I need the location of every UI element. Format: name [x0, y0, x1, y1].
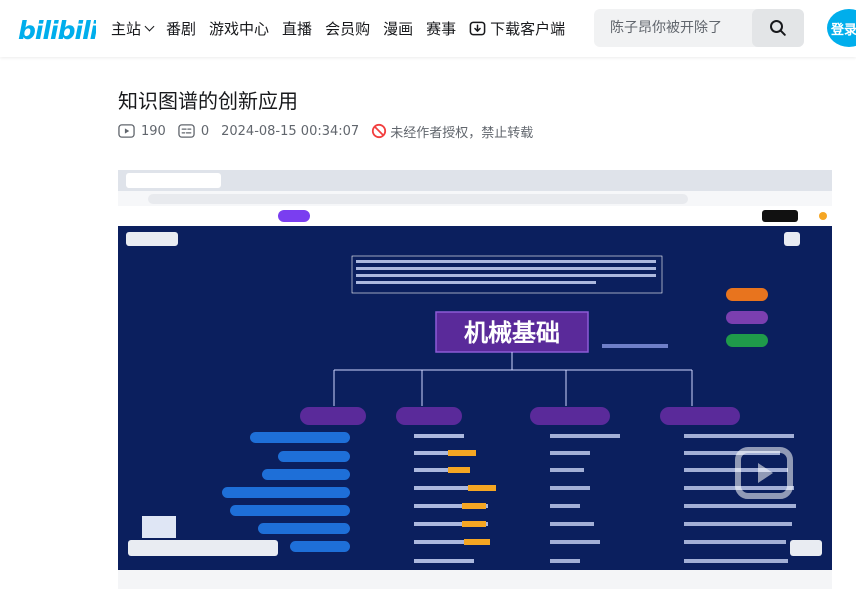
nav-label: 会员购 — [325, 20, 371, 38]
main-nav: 主站 番剧 游戏中心 直播 会员购 漫画 赛事 下载客户端 — [111, 0, 578, 57]
login-button[interactable]: 登录 — [827, 9, 856, 47]
login-label: 登录 — [831, 22, 856, 38]
nav-item-download[interactable]: 下载客户端 — [469, 18, 565, 39]
search-bar — [594, 9, 804, 47]
copyright-notice: 未经作者授权，禁止转载 — [371, 122, 533, 141]
nav-item-shop[interactable]: 会员购 — [325, 18, 370, 39]
danmaku-icon — [178, 124, 195, 138]
no-repost-icon — [372, 123, 387, 139]
video-player[interactable]: 机械基础 — [118, 170, 832, 570]
video-frame: 机械基础 — [118, 170, 832, 570]
danmaku-count: 0 — [200, 123, 210, 139]
search-button[interactable] — [752, 9, 804, 47]
bilibili-logo[interactable]: bilibili — [18, 12, 96, 46]
nav-item-live[interactable]: 直播 — [282, 18, 312, 39]
nav-item-esports[interactable]: 赛事 — [426, 18, 456, 39]
video-title: 知识图谱的创新应用 — [118, 89, 298, 113]
top-header: bilibili 主站 番剧 游戏中心 直播 会员购 漫画 赛事 下载客户端 陈… — [0, 0, 856, 57]
nav-label: 番剧 — [166, 20, 197, 38]
publish-date: 2024-08-15 00:34:07 — [221, 123, 360, 139]
search-icon — [770, 20, 786, 36]
nav-label: 漫画 — [383, 20, 414, 38]
nav-label: 游戏中心 — [209, 20, 270, 38]
video-meta: 190 0 2024-08-15 00:34:07 未经作者授权，禁止转载 — [118, 121, 533, 141]
nav-item-game-center[interactable]: 游戏中心 — [209, 18, 269, 39]
nav-item-main[interactable]: 主站 — [111, 18, 155, 39]
central-title: 机械基础 — [464, 319, 560, 347]
search-input[interactable] — [594, 9, 752, 47]
nav-label: 主站 — [111, 20, 142, 38]
player-controls — [118, 570, 832, 589]
copyright-text: 未经作者授权，禁止转载 — [390, 125, 534, 141]
nav-item-manga[interactable]: 漫画 — [383, 18, 413, 39]
play-count-icon — [118, 124, 135, 138]
nav-item-anime[interactable]: 番剧 — [166, 18, 196, 39]
chevron-down-icon — [144, 21, 155, 32]
svg-text:bilibili: bilibili — [18, 16, 96, 45]
download-icon — [469, 21, 486, 36]
nav-label: 直播 — [282, 20, 313, 38]
nav-label: 赛事 — [426, 20, 457, 38]
view-count: 190 — [141, 123, 166, 139]
nav-label: 下载客户端 — [490, 20, 566, 38]
